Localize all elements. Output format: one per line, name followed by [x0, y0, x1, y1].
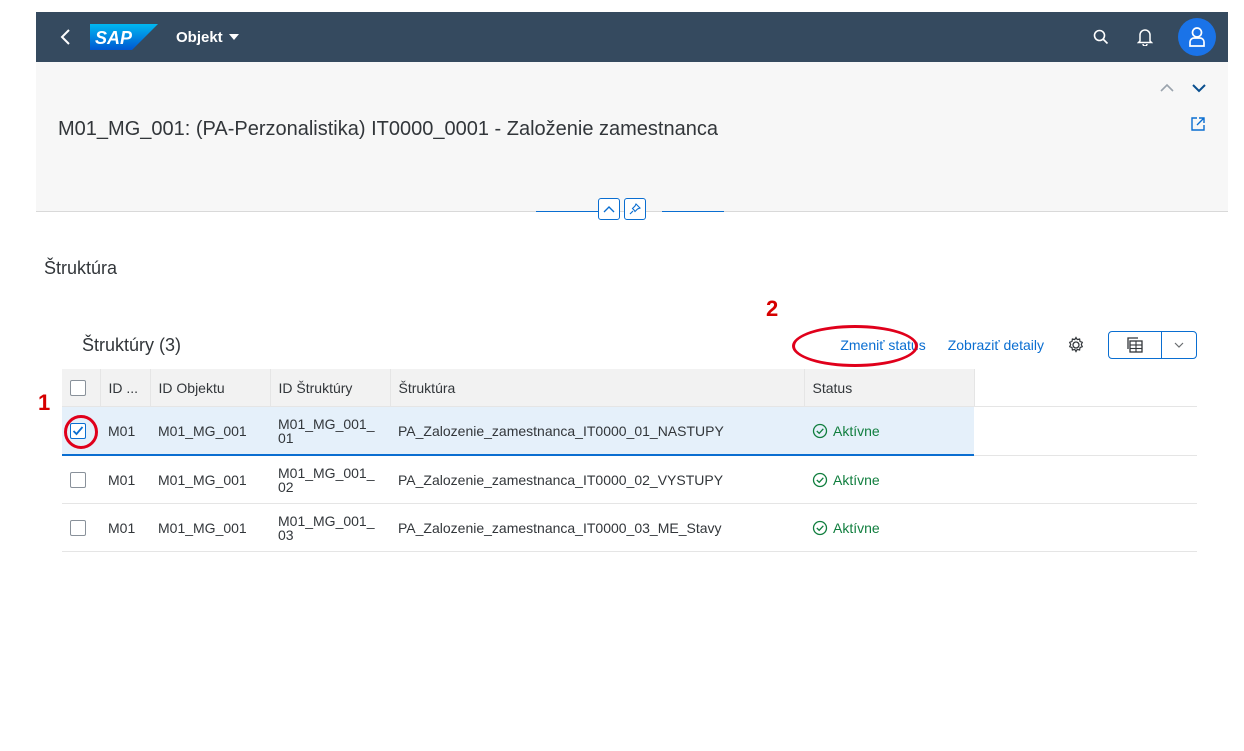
cell-structure: PA_Zalozenie_zamestnanca_IT0000_03_ME_St…	[390, 503, 804, 552]
cell-object-id: M01_MG_001	[150, 503, 270, 552]
object-header: M01_MG_001: (PA-Perzonalistika) IT0000_0…	[36, 62, 1228, 174]
cell-status: Aktívne	[804, 455, 974, 504]
sap-logo: SAP	[90, 24, 158, 50]
bell-icon	[1137, 29, 1153, 46]
export-button[interactable]	[1109, 332, 1162, 358]
section-title: Štruktúra	[44, 258, 118, 278]
table-row[interactable]: M01 M01_MG_001 M01_MG_001_ 01 PA_Zalozeni…	[62, 406, 1197, 456]
person-icon	[1189, 27, 1205, 47]
table-row[interactable]: M01 M01_MG_001 M01_MG_001_ 03 PA_Zalozeni…	[62, 503, 1197, 552]
status-text: Aktívne	[833, 519, 880, 536]
structures-table-container: Štruktúry (3) Zmeniť status Zobraziť det…	[62, 325, 1197, 552]
check-circle-icon	[812, 472, 828, 487]
filler-cell	[974, 455, 1197, 504]
checkmark-icon	[72, 426, 84, 436]
cell-structure: PA_Zalozenie_zamestnanca_IT0000_01_NASTU…	[390, 406, 804, 456]
cell-object-id: M01_MG_001	[150, 455, 270, 504]
table-settings-button[interactable]	[1066, 335, 1086, 355]
structure-id-part: M01_MG_001_	[278, 415, 375, 432]
chevron-down-icon	[1192, 84, 1206, 93]
cell-structure-id: M01_MG_001_ 01	[270, 406, 390, 456]
annotation-step-1: 1	[38, 390, 51, 415]
chevron-left-icon	[60, 29, 70, 45]
structure-id-part: M01_MG_001_	[278, 464, 375, 481]
shell-bar: SAP Objekt	[36, 12, 1228, 62]
export-menu-button[interactable]	[1162, 332, 1196, 358]
cell-structure: PA_Zalozenie_zamestnanca_IT0000_02_VYSTU…	[390, 455, 804, 504]
next-button[interactable]	[1192, 80, 1206, 98]
select-all-checkbox[interactable]	[70, 380, 86, 397]
row-select-checkbox[interactable]	[70, 520, 86, 537]
column-header-structure[interactable]: Štruktúra	[390, 369, 805, 407]
table-toolbar: Štruktúry (3) Zmeniť status Zobraziť det…	[62, 325, 1197, 369]
column-filler	[974, 369, 1197, 407]
export-split-button[interactable]	[1108, 331, 1197, 359]
app-title: Objekt	[176, 28, 223, 46]
export-spreadsheet-icon	[1127, 337, 1143, 353]
column-header-id[interactable]: ID ...	[100, 369, 151, 407]
status-text: Aktívne	[833, 471, 880, 488]
gear-icon	[1068, 336, 1084, 353]
cell-id: M01	[100, 455, 150, 504]
pin-icon	[629, 203, 641, 215]
status-text: Aktívne	[833, 422, 880, 439]
change-status-button[interactable]: Zmeniť status	[840, 337, 925, 353]
structure-id-suffix: 03	[278, 526, 294, 543]
svg-text:SAP: SAP	[95, 28, 133, 48]
row-select-checkbox[interactable]	[70, 472, 86, 489]
cell-id: M01	[100, 406, 150, 456]
chevron-up-icon	[603, 206, 615, 213]
chevron-down-icon	[1174, 342, 1184, 348]
structure-id-part: M01_MG_001_	[278, 512, 375, 529]
cell-id: M01	[100, 503, 150, 552]
cell-structure-id: M01_MG_001_ 02	[270, 455, 390, 504]
previous-button[interactable]	[1160, 80, 1174, 98]
filler-cell	[974, 503, 1197, 552]
show-details-button[interactable]: Zobraziť detaily	[948, 337, 1044, 353]
search-icon	[1093, 29, 1109, 45]
object-title: M01_MG_001: (PA-Perzonalistika) IT0000_0…	[58, 118, 718, 140]
search-button[interactable]	[1090, 26, 1112, 48]
column-header-status[interactable]: Status	[804, 369, 975, 407]
check-circle-icon	[812, 520, 828, 535]
notifications-button[interactable]	[1134, 26, 1156, 48]
row-select-checkbox[interactable]	[70, 423, 86, 440]
table-title: Štruktúry (3)	[82, 335, 182, 355]
back-button[interactable]	[54, 26, 76, 48]
cell-object-id: M01_MG_001	[150, 406, 270, 456]
collapse-header-button[interactable]	[598, 198, 620, 220]
check-circle-icon	[812, 423, 828, 438]
annotation-step-2: 2	[766, 296, 779, 321]
share-button[interactable]	[1190, 116, 1206, 137]
table-header-row: ID ... ID Objektu ID Štruktúry Štruktúra…	[62, 369, 1197, 407]
caret-down-icon	[228, 34, 239, 40]
cell-structure-id: M01_MG_001_ 03	[270, 503, 390, 552]
structure-id-suffix: 01	[278, 429, 294, 446]
table-row[interactable]: M01 M01_MG_001 M01_MG_001_ 02 PA_Zalozeni…	[62, 455, 1197, 504]
share-icon	[1191, 117, 1205, 131]
header-toggle-group	[598, 198, 646, 220]
user-avatar[interactable]	[1178, 18, 1216, 56]
cell-status: Aktívne	[804, 406, 974, 456]
app-title-menu[interactable]: Objekt	[176, 29, 239, 46]
column-header-object-id[interactable]: ID Objektu	[150, 369, 271, 407]
structure-id-suffix: 02	[278, 478, 294, 495]
select-all-cell	[62, 369, 101, 407]
chevron-up-icon	[1160, 83, 1174, 92]
cell-status: Aktívne	[804, 503, 974, 552]
pin-header-button[interactable]	[624, 198, 646, 220]
structures-table: ID ... ID Objektu ID Štruktúry Štruktúra…	[62, 369, 1197, 552]
filler-cell	[974, 406, 1197, 456]
column-header-structure-id[interactable]: ID Štruktúry	[270, 369, 391, 407]
divider-accent-left	[536, 211, 598, 212]
divider-accent-right	[662, 211, 724, 212]
